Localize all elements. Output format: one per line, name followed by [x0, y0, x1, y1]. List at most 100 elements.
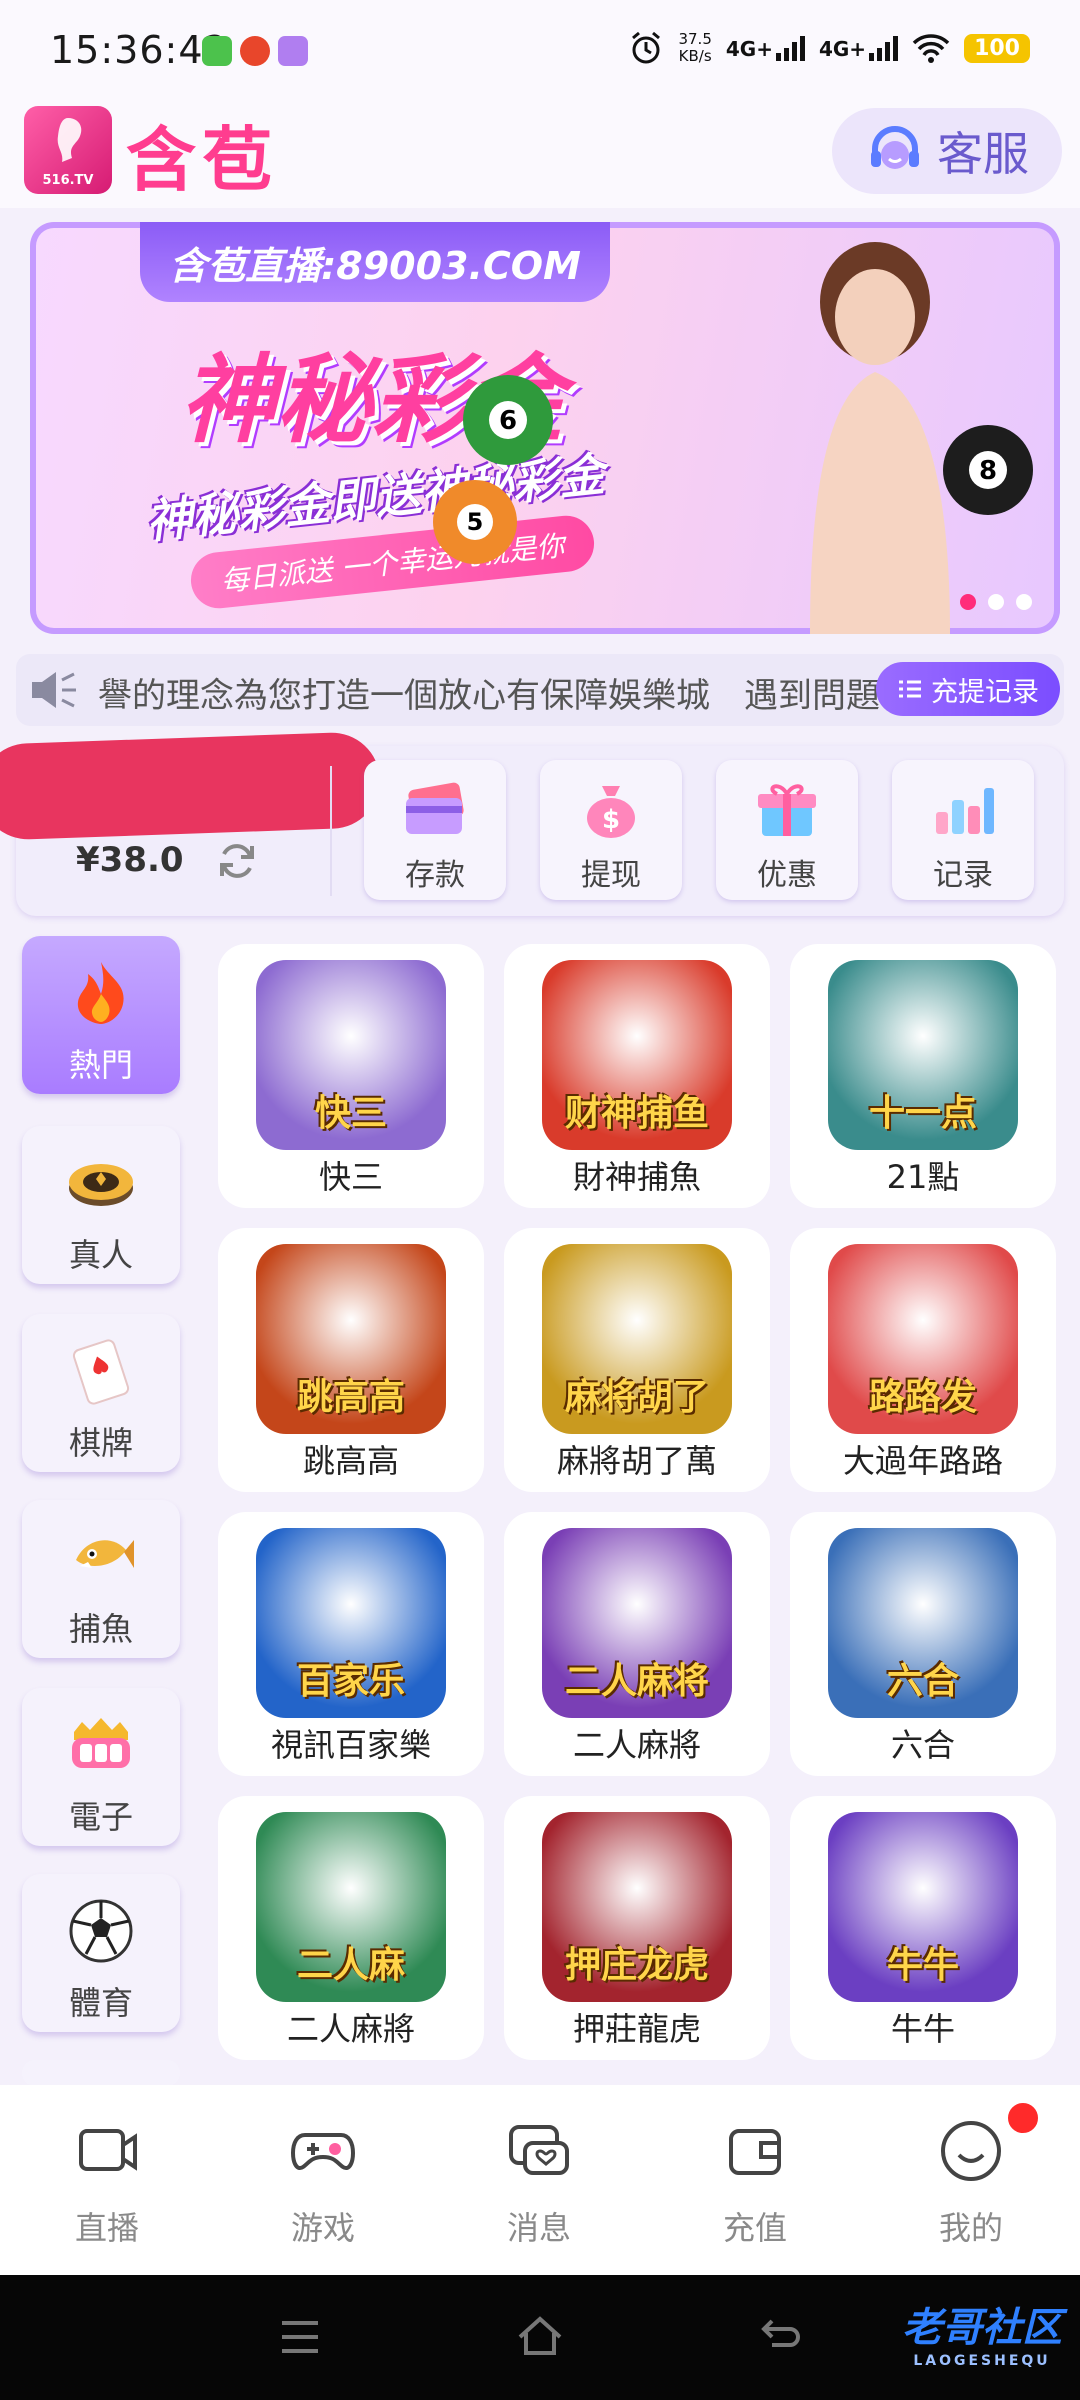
- game-thumbnail: 快三: [256, 960, 446, 1150]
- nav-label: 消息: [506, 2209, 571, 2247]
- app-notification-icon: [202, 36, 232, 66]
- profile-icon: [941, 2121, 1001, 2181]
- game-thumbnail: 跳高高: [256, 1244, 446, 1434]
- gift-icon: [758, 784, 816, 836]
- promotions-button[interactable]: 优惠: [716, 760, 858, 900]
- game-thumbnail: 六合: [828, 1528, 1018, 1718]
- refresh-icon[interactable]: [216, 840, 258, 882]
- game-tile[interactable]: 牛牛 牛牛: [790, 1796, 1056, 2060]
- game-name: 牛牛: [890, 2010, 955, 2048]
- back-icon[interactable]: [758, 2315, 804, 2357]
- game-art-text: 路路发: [868, 1377, 977, 1418]
- game-tile[interactable]: 路路发 大過年路路: [790, 1228, 1056, 1492]
- app-notification-icon: [240, 36, 270, 66]
- game-art-text: 十一点: [868, 1093, 977, 1134]
- notice-bar: 譽的理念為您打造一個放心有保障娛樂城 遇到問題 充提记录: [16, 654, 1064, 726]
- game-thumbnail: 牛牛: [828, 1812, 1018, 2002]
- game-name: 麻將胡了萬: [556, 1442, 717, 1480]
- category-hot[interactable]: 熱門: [22, 936, 180, 1094]
- poker-chip-icon: [69, 1164, 133, 1206]
- history-button[interactable]: 记录: [892, 760, 1034, 900]
- game-tile[interactable]: 十一点 21點: [790, 944, 1056, 1208]
- deposit-button[interactable]: 存款: [364, 760, 506, 900]
- deposit-label: 存款: [405, 858, 465, 893]
- game-tile[interactable]: 二人麻将 二人麻將: [504, 1512, 770, 1776]
- game-tile[interactable]: 快三 快三: [218, 944, 484, 1208]
- alarm-icon: [632, 31, 661, 64]
- watermark-text: 老哥社区: [902, 2305, 1062, 2351]
- wallet-icon: [729, 2129, 781, 2175]
- network-type-2: 4G+: [818, 37, 867, 61]
- nav-recharge[interactable]: 充值: [690, 2119, 820, 2249]
- category-slots[interactable]: 電子: [22, 1688, 180, 1846]
- withdraw-button[interactable]: $ 提现: [540, 760, 682, 900]
- category-live[interactable]: 真人: [22, 1126, 180, 1284]
- app-header: 516.TV 含苞 客服: [0, 100, 1080, 208]
- game-tile[interactable]: 麻将胡了 麻將胡了萬: [504, 1228, 770, 1492]
- game-tile[interactable]: 财神捕鱼 財神捕魚: [504, 944, 770, 1208]
- service-label: 客服: [937, 127, 1029, 181]
- carousel-dot-active[interactable]: [960, 594, 976, 610]
- nav-live[interactable]: 直播: [42, 2119, 172, 2249]
- game-thumbnail: 麻将胡了: [542, 1244, 732, 1434]
- game-thumbnail: 百家乐: [256, 1528, 446, 1718]
- game-name: 大過年路路: [842, 1442, 1003, 1480]
- game-name: 21點: [886, 1158, 960, 1196]
- home-icon[interactable]: [514, 2313, 566, 2359]
- game-tile[interactable]: 跳高高 跳高高: [218, 1228, 484, 1492]
- playing-card-icon: [72, 1339, 130, 1405]
- category-label: 棋牌: [68, 1424, 133, 1462]
- category-more-partial[interactable]: [22, 2060, 180, 2086]
- nav-label: 游戏: [290, 2209, 355, 2247]
- app-notification-icon: [278, 36, 308, 66]
- category-sports[interactable]: 體育: [22, 1874, 180, 2032]
- game-tile[interactable]: 二人麻 二人麻將: [218, 1796, 484, 2060]
- network-speed-unit: KB/s: [678, 47, 712, 65]
- signal-2: 4G+: [818, 35, 899, 61]
- deposit-withdraw-records-button[interactable]: 充提记录: [876, 662, 1060, 716]
- carousel-dot[interactable]: [988, 594, 1004, 610]
- carousel-dot[interactable]: [1016, 594, 1032, 610]
- game-art-text: 押庄龙虎: [564, 1945, 709, 1986]
- promotions-label: 优惠: [757, 858, 817, 893]
- game-thumbnail: 财神捕鱼: [542, 960, 732, 1150]
- promo-banner[interactable]: 含苞直播:89003.COM 神秘彩金 神秘彩金即送神秘彩金 每日派送 一个幸运…: [30, 222, 1060, 634]
- category-label: 體育: [68, 1984, 133, 2022]
- speaker-icon: [32, 672, 76, 708]
- signal-bars-icon: [869, 35, 899, 61]
- game-thumbnail: 二人麻将: [542, 1528, 732, 1718]
- game-art-text: 百家乐: [296, 1661, 405, 1702]
- game-art-text: 二人麻: [296, 1945, 405, 1986]
- game-tile[interactable]: 百家乐 視訊百家樂: [218, 1512, 484, 1776]
- money-bag-icon: $: [587, 786, 635, 838]
- customer-service-button[interactable]: 客服: [832, 108, 1062, 194]
- logo-badge-text: 516.TV: [42, 173, 94, 188]
- wifi-icon: [912, 34, 950, 63]
- watermark-subtext: LAOGESHEQU: [913, 2353, 1051, 2369]
- lottery-ball-icon: 6: [463, 375, 553, 465]
- nav-messages[interactable]: 消息: [474, 2119, 604, 2249]
- game-tile[interactable]: 六合 六合: [790, 1512, 1056, 1776]
- game-thumbnail: 二人麻: [256, 1812, 446, 2002]
- notice-marquee-text: 譽的理念為您打造一個放心有保障娛樂城 遇到問題: [98, 676, 880, 716]
- status-bar: 15:36:42 37.5 KB/s 4G+ 4G+ 100: [0, 0, 1080, 100]
- network-speed: 37.5 KB/s: [678, 31, 711, 65]
- game-thumbnail: 十一点: [828, 960, 1018, 1150]
- game-art-text: 六合: [886, 1661, 959, 1702]
- chat-icon: [509, 2125, 569, 2175]
- svg-text:$: $: [602, 805, 620, 835]
- withdraw-label: 提现: [581, 858, 641, 893]
- game-art-text: 二人麻将: [564, 1661, 709, 1702]
- nav-games[interactable]: 游戏: [258, 2119, 388, 2249]
- card-icon: [406, 782, 464, 834]
- nav-profile[interactable]: 我的: [906, 2119, 1036, 2249]
- game-tile[interactable]: 押庄龙虎 押莊龍虎: [504, 1796, 770, 2060]
- signal-bars-icon: [775, 35, 805, 61]
- game-thumbnail: 路路发: [828, 1244, 1018, 1434]
- svg-text:6: 6: [499, 406, 517, 436]
- battery-indicator: 100: [964, 33, 1030, 63]
- slot-machine-icon: [72, 1718, 130, 1768]
- menu-icon[interactable]: [278, 2317, 322, 2357]
- category-fishing[interactable]: 捕魚: [22, 1500, 180, 1658]
- category-card-games[interactable]: 棋牌: [22, 1314, 180, 1472]
